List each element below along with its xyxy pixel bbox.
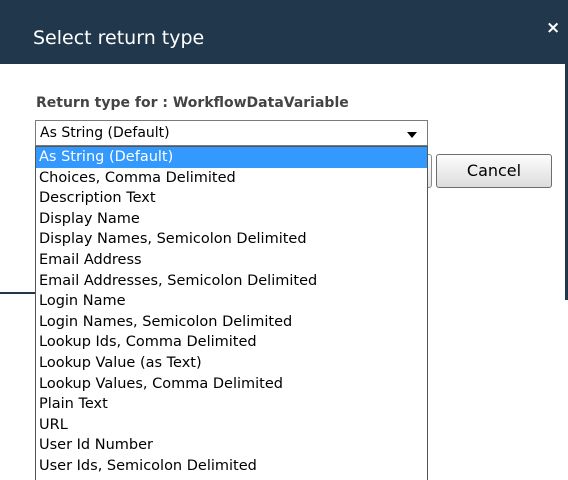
- cancel-button[interactable]: Cancel: [436, 154, 552, 188]
- dropdown-option[interactable]: User Id Number: [36, 435, 427, 456]
- dropdown-option[interactable]: Lookup Ids, Comma Delimited: [36, 332, 427, 353]
- dialog-title: Select return type: [33, 27, 205, 49]
- dropdown-option[interactable]: Email Address: [36, 250, 427, 271]
- dropdown-option[interactable]: As String (Default): [36, 147, 427, 168]
- dropdown-option[interactable]: Lookup Values, Comma Delimited: [36, 374, 427, 395]
- dropdown-option[interactable]: Login Name: [36, 291, 427, 312]
- dialog-bottom-border: [0, 292, 36, 300]
- dropdown-option[interactable]: Display Names, Semicolon Delimited: [36, 229, 427, 250]
- dropdown-option[interactable]: Display Name: [36, 209, 427, 230]
- dropdown-option[interactable]: Choices, Comma Delimited: [36, 168, 427, 189]
- dropdown-option[interactable]: Login Names, Semicolon Delimited: [36, 312, 427, 333]
- return-type-dropdown-list[interactable]: As String (Default) Choices, Comma Delimi…: [35, 146, 428, 480]
- return-type-label: Return type for : WorkflowDataVariable: [36, 95, 349, 111]
- select-current-value: As String (Default): [40, 125, 170, 141]
- dropdown-option[interactable]: URL: [36, 415, 427, 436]
- close-icon[interactable]: ×: [546, 20, 560, 37]
- return-type-select[interactable]: As String (Default): [35, 120, 428, 146]
- dialog-titlebar: Select return type ×: [0, 0, 568, 64]
- chevron-down-icon[interactable]: [407, 132, 417, 138]
- dropdown-option[interactable]: Lookup Value (as Text): [36, 353, 427, 374]
- dropdown-option[interactable]: Description Text: [36, 188, 427, 209]
- dropdown-option[interactable]: Plain Text: [36, 394, 427, 415]
- dropdown-option[interactable]: User Ids, Semicolon Delimited: [36, 456, 427, 477]
- dropdown-option[interactable]: Email Addresses, Semicolon Delimited: [36, 271, 427, 292]
